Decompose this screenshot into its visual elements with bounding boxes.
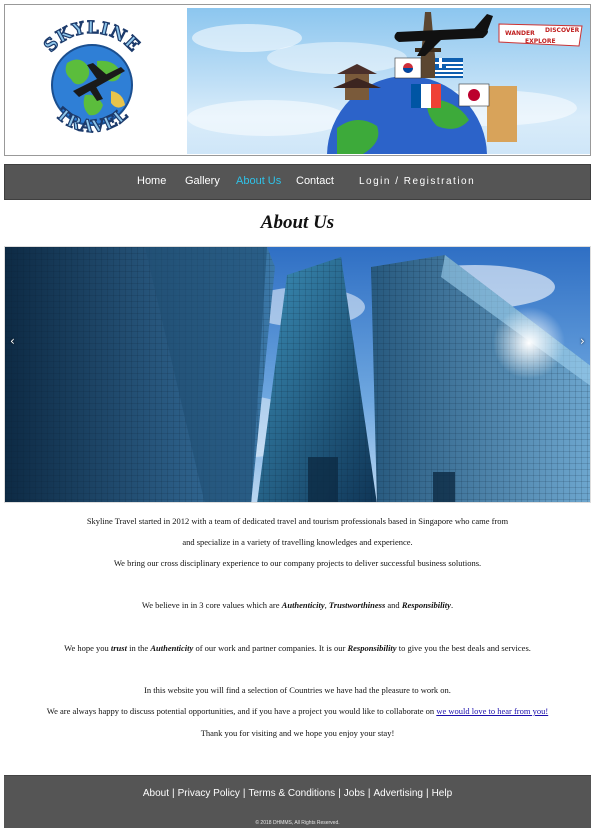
intro-line-2: and specialize in a variety of travellin…: [182, 537, 413, 547]
flag-greece-icon: [435, 58, 463, 78]
carousel-prev-icon[interactable]: ‹: [10, 334, 15, 348]
flag-japan-icon: [458, 83, 490, 107]
footer-link-advertising[interactable]: Advertising: [374, 788, 423, 799]
nav-contact[interactable]: Contact: [296, 175, 334, 187]
travel-banner-image: WANDER DISCOVER EXPLORE: [187, 8, 590, 154]
trust-paragraph: We hope you trust in the Authenticity of…: [64, 643, 531, 653]
skyscrapers-image: [5, 247, 590, 502]
nav-home[interactable]: Home: [137, 175, 166, 187]
nav-login-registration[interactable]: Login / Registration: [359, 176, 475, 187]
page-title: About Us: [260, 212, 335, 233]
value-responsibility: Responsibility: [401, 600, 451, 610]
experience-paragraph: We bring our cross disciplinary experien…: [113, 558, 482, 568]
countries-paragraph: In this website you will find a selectio…: [144, 685, 451, 695]
flag-france-icon: [411, 84, 441, 108]
banner-airplane-icon: [394, 14, 493, 56]
collaborate-paragraph: We are always happy to discuss potential…: [46, 706, 549, 716]
copyright-text: © 2018 DHMMS, All Rights Reserved.: [255, 820, 340, 826]
nav-gallery[interactable]: Gallery: [185, 175, 220, 187]
value-trustworthiness: Trustworthiness: [328, 600, 386, 610]
value-authenticity: Authenticity: [281, 600, 325, 610]
nav-about-us[interactable]: About Us: [236, 175, 281, 187]
main-nav: Home Gallery About Us Contact Login / Re…: [4, 164, 591, 200]
footer-link-privacy-policy[interactable]: Privacy Policy: [178, 788, 240, 799]
skyline-travel-logo[interactable]: SKYLINE TRAVEL: [27, 13, 157, 149]
svg-text:WANDER: WANDER: [505, 30, 535, 37]
site-footer: About | Privacy Policy | Terms & Conditions |…: [4, 775, 591, 828]
thank-you-paragraph: Thank you for visiting and we hope you e…: [200, 728, 395, 738]
flag-korea-icon: [394, 57, 422, 79]
footer-link-terms-conditions[interactable]: Terms & Conditions: [248, 788, 335, 799]
footer-link-jobs[interactable]: Jobs: [344, 788, 365, 799]
contact-link[interactable]: we would love to hear from you!: [436, 706, 548, 716]
image-carousel[interactable]: [4, 246, 591, 503]
svg-text:EXPLORE: EXPLORE: [525, 38, 556, 45]
footer-link-help[interactable]: Help: [432, 788, 453, 799]
svg-text:DISCOVER: DISCOVER: [545, 27, 580, 34]
footer-link-about[interactable]: About: [143, 788, 169, 799]
intro-line-1: Skyline Travel started in 2012 with a te…: [86, 516, 509, 526]
core-values-paragraph: We believe in in 3 core values which are…: [141, 600, 454, 610]
footer-links: About | Privacy Policy | Terms & Conditions |…: [142, 788, 453, 799]
carousel-next-icon[interactable]: ›: [580, 334, 585, 348]
site-header: SKYLINE TRAVEL WANDER DISCOVER EXPLORE: [4, 4, 591, 156]
